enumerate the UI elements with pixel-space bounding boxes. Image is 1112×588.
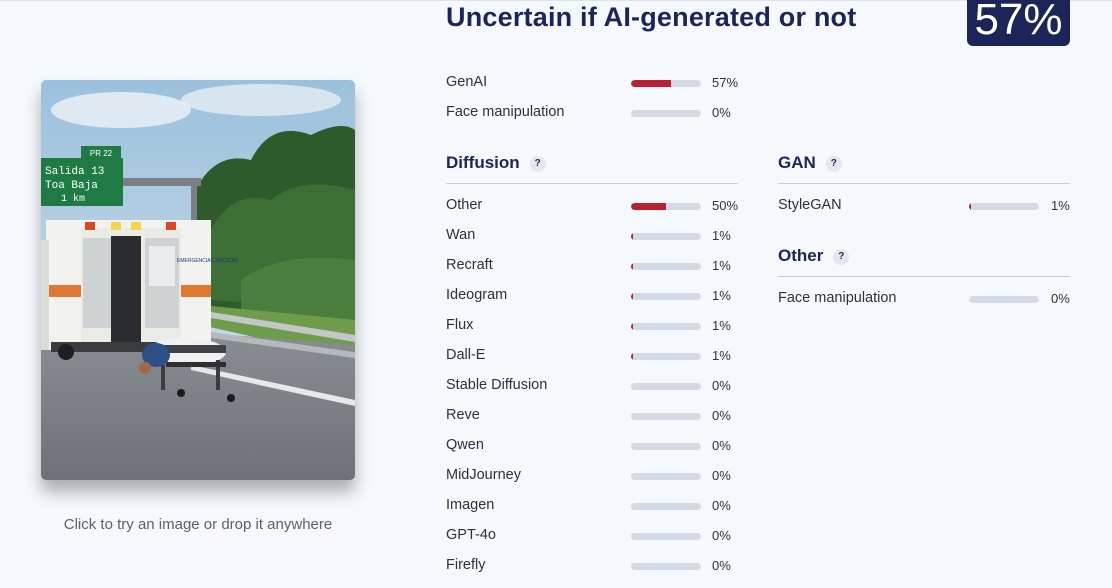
row-label: Stable Diffusion [446, 377, 548, 393]
score-bar [631, 413, 701, 420]
row-value: 0% [712, 468, 731, 483]
row-label: GPT-4o [446, 527, 496, 543]
row-label: Wan [446, 227, 476, 243]
help-icon[interactable]: ? [529, 156, 546, 172]
row-label: GenAI [446, 74, 488, 90]
diffusion-row: Wan 1% [446, 226, 746, 246]
row-value: 1% [1051, 198, 1070, 213]
diffusion-section-header: Diffusion? [446, 153, 738, 177]
row-value: 1% [712, 258, 731, 273]
score-bar [631, 503, 701, 510]
analyzed-image[interactable]: PR 22 Salida 13 Toa Baja 1 km EMERGENCIA… [41, 80, 355, 480]
score-bar [631, 263, 701, 270]
score-bar [631, 233, 701, 240]
row-label: Qwen [446, 437, 484, 453]
diffusion-row: Ideogram 1% [446, 286, 746, 306]
score-bar [631, 443, 701, 450]
svg-text:PR 22: PR 22 [90, 149, 113, 158]
row-label: StyleGAN [778, 197, 842, 213]
row-value: 57% [712, 75, 739, 90]
row-label: Imagen [446, 497, 495, 513]
row-label: Dall-E [446, 347, 486, 363]
score-bar [631, 353, 701, 360]
score-bar-fill [631, 203, 666, 210]
score-bar [631, 323, 701, 330]
row-value: 1% [712, 288, 731, 303]
row-label: Reve [446, 407, 480, 423]
row-label: MidJourney [446, 467, 521, 483]
row-label: Face manipulation [778, 290, 897, 306]
row-value: 50% [712, 198, 739, 213]
drop-hint[interactable]: Click to try an image or drop it anywher… [41, 516, 355, 533]
score-bar-fill [631, 353, 633, 360]
row-value: 1% [712, 228, 731, 243]
row-value: 0% [712, 528, 731, 543]
score-bar-fill [631, 263, 633, 270]
row-label: Ideogram [446, 287, 508, 303]
other-row-face-manipulation: Face manipulation 0% [778, 289, 1070, 309]
score-bar-fill [631, 323, 633, 330]
diffusion-row: Flux 1% [446, 316, 746, 336]
top-border [0, 0, 1112, 1]
score-bar [631, 293, 701, 300]
help-icon[interactable]: ? [825, 156, 842, 172]
row-value: 0% [712, 438, 731, 453]
row-value: 0% [712, 105, 731, 120]
row-value: 1% [712, 348, 731, 363]
row-label: Face manipulation [446, 104, 565, 120]
summary-row-face-manipulation: Face manipulation 0% [446, 103, 746, 123]
section-divider [446, 183, 738, 184]
row-label: Other [446, 197, 483, 213]
score-bar-fill [631, 80, 671, 87]
score-bar [631, 203, 701, 210]
diffusion-row: Firefly 0% [446, 556, 746, 576]
score-bar [969, 296, 1039, 303]
score-bar [631, 533, 701, 540]
row-label: Recraft [446, 257, 493, 273]
diffusion-row: Recraft 1% [446, 256, 746, 276]
highway-ambulance-photo: PR 22 Salida 13 Toa Baja 1 km EMERGENCIA… [41, 80, 355, 480]
svg-text:1 km: 1 km [61, 193, 85, 205]
score-bar [631, 383, 701, 390]
score-bar-fill [969, 203, 971, 210]
diffusion-row: Qwen 0% [446, 436, 746, 456]
section-title: GAN [778, 153, 816, 172]
svg-text:Salida 13: Salida 13 [45, 166, 104, 178]
section-title: Diffusion [446, 153, 520, 172]
score-bar [631, 563, 701, 570]
score-bar [969, 203, 1039, 210]
score-bar-fill [631, 233, 633, 240]
score-bar-fill [631, 293, 633, 300]
diffusion-row: GPT-4o 0% [446, 526, 746, 546]
row-label: Flux [446, 317, 474, 333]
diffusion-row: Dall-E 1% [446, 346, 746, 366]
svg-text:Toa Baja: Toa Baja [45, 180, 98, 192]
verdict-title: Uncertain if AI-generated or not [446, 2, 857, 32]
diffusion-row: MidJourney 0% [446, 466, 746, 486]
gan-section-header: GAN? [778, 153, 1070, 177]
section-divider [778, 183, 1070, 184]
row-label: Firefly [446, 557, 486, 573]
row-value: 0% [712, 558, 731, 573]
score-bar [631, 473, 701, 480]
diffusion-row: Imagen 0% [446, 496, 746, 516]
diffusion-row: Other 50% [446, 196, 746, 216]
row-value: 1% [712, 318, 731, 333]
row-value: 0% [712, 408, 731, 423]
section-title: Other [778, 246, 824, 265]
section-divider [778, 276, 1070, 277]
summary-row-genai: GenAI 57% [446, 73, 746, 93]
score-bar [631, 110, 701, 117]
diffusion-row: Stable Diffusion 0% [446, 376, 746, 396]
gan-row-stylegan: StyleGAN 1% [778, 196, 1070, 216]
row-value: 0% [712, 378, 731, 393]
row-value: 0% [1051, 291, 1070, 306]
diffusion-row: Reve 0% [446, 406, 746, 426]
help-icon[interactable]: ? [833, 249, 850, 265]
score-badge: 57% [967, 0, 1070, 46]
svg-text:EMERGENCIAS MÉDICAS: EMERGENCIAS MÉDICAS [177, 257, 239, 264]
score-bar [631, 80, 701, 87]
row-value: 0% [712, 498, 731, 513]
other-section-header: Other? [778, 246, 1070, 270]
